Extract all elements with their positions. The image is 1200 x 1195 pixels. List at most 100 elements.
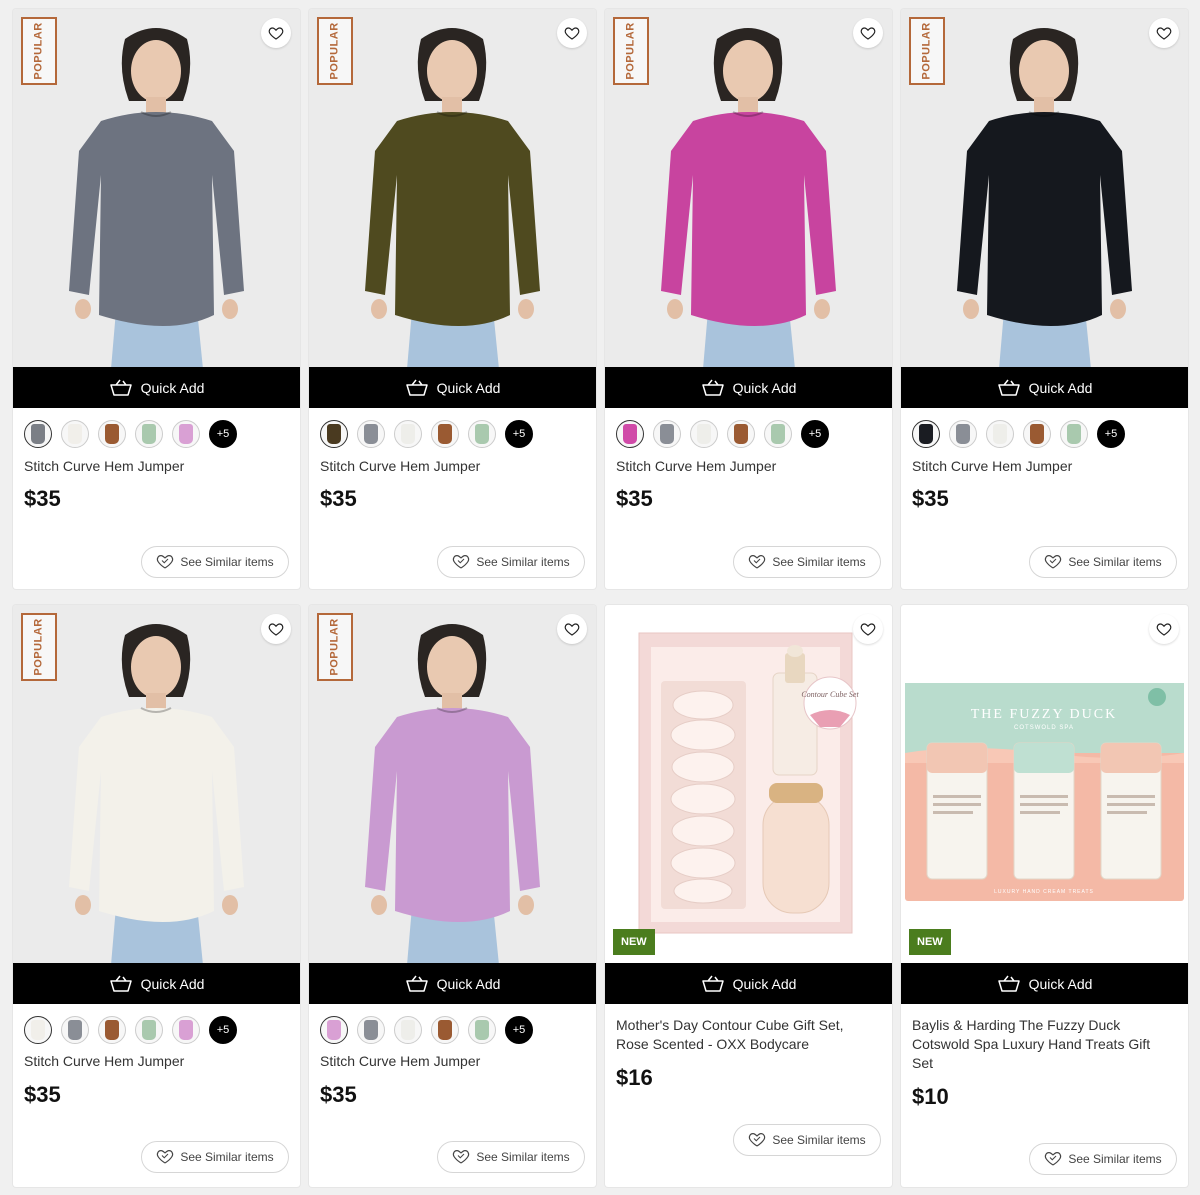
quick-add-button[interactable]: Quick Add	[901, 963, 1188, 1004]
wishlist-button[interactable]	[557, 614, 587, 644]
color-swatch[interactable]	[764, 420, 792, 448]
more-colors-button[interactable]: +5	[209, 420, 237, 448]
wishlist-button[interactable]	[557, 18, 587, 48]
color-swatch[interactable]	[912, 420, 940, 448]
product-card[interactable]: POPULAR Quick Add +5 Stitch Curve Hem Ju…	[309, 605, 596, 1187]
color-swatch[interactable]	[616, 420, 644, 448]
color-swatch[interactable]	[394, 1016, 422, 1044]
model-shape	[963, 299, 979, 319]
color-swatch[interactable]	[135, 420, 163, 448]
product-title[interactable]: Mother's Day Contour Cube Gift Set, Rose…	[616, 1016, 876, 1054]
wishlist-button[interactable]	[1149, 614, 1179, 644]
product-image[interactable]: POPULAR	[13, 605, 300, 963]
color-swatch[interactable]	[468, 1016, 496, 1044]
color-swatch[interactable]	[431, 420, 459, 448]
product-card[interactable]: THE FUZZY DUCK COTSWOLD SPA LUXURY HAND …	[901, 605, 1188, 1187]
wishlist-button[interactable]	[261, 614, 291, 644]
color-swatch[interactable]	[357, 1016, 385, 1044]
wishlist-button[interactable]	[853, 614, 883, 644]
color-swatch[interactable]	[24, 420, 52, 448]
color-swatch[interactable]	[468, 420, 496, 448]
product-title[interactable]: Stitch Curve Hem Jumper	[912, 457, 1172, 476]
product-card[interactable]: POPULAR Quick Add +5 Stitch Curve Hem Ju…	[13, 605, 300, 1187]
color-swatch[interactable]	[24, 1016, 52, 1044]
product-title[interactable]: Stitch Curve Hem Jumper	[616, 457, 876, 476]
heart-icon	[268, 27, 284, 40]
more-colors-button[interactable]: +5	[209, 1016, 237, 1044]
quick-add-button[interactable]: Quick Add	[309, 367, 596, 408]
model-shape	[518, 895, 534, 915]
product-card[interactable]: POPULAR Quick Add +5 Stitch Curve Hem Ju…	[309, 9, 596, 589]
quick-add-button[interactable]: Quick Add	[13, 367, 300, 408]
color-swatch[interactable]	[431, 1016, 459, 1044]
quick-add-button[interactable]: Quick Add	[13, 963, 300, 1004]
quick-add-button[interactable]: Quick Add	[605, 963, 892, 1004]
wishlist-button[interactable]	[853, 18, 883, 48]
new-badge: NEW	[909, 929, 951, 955]
sweater-thumbnail-icon	[105, 1020, 119, 1040]
basket-icon	[997, 379, 1020, 396]
color-swatch[interactable]	[357, 420, 385, 448]
color-swatch[interactable]	[949, 420, 977, 448]
color-swatch[interactable]	[1060, 420, 1088, 448]
product-grid: POPULAR Quick Add +5 Stitch Curve Hem Ju…	[0, 0, 1200, 1195]
model-shape	[222, 895, 238, 915]
more-colors-button[interactable]: +5	[505, 420, 533, 448]
product-image[interactable]: POPULAR	[605, 9, 892, 367]
product-price: $35	[616, 486, 653, 511]
product-image[interactable]: THE FUZZY DUCK COTSWOLD SPA LUXURY HAND …	[901, 605, 1188, 963]
see-similar-button[interactable]: See Similar items	[1029, 1143, 1177, 1175]
product-title[interactable]: Stitch Curve Hem Jumper	[24, 1052, 284, 1071]
similar-icon	[1045, 555, 1062, 569]
see-similar-button[interactable]: See Similar items	[141, 546, 289, 578]
product-card[interactable]: POPULAR Quick Add +5 Stitch Curve Hem Ju…	[13, 9, 300, 589]
color-swatch[interactable]	[98, 1016, 126, 1044]
product-title[interactable]: Baylis & Harding The Fuzzy Duck Cotswold…	[912, 1016, 1172, 1073]
product-image[interactable]: POPULAR	[309, 605, 596, 963]
similar-icon	[157, 1150, 174, 1164]
wishlist-button[interactable]	[1149, 18, 1179, 48]
model-shape	[75, 299, 91, 319]
more-colors-button[interactable]: +5	[801, 420, 829, 448]
color-swatch[interactable]	[61, 1016, 89, 1044]
color-swatch[interactable]	[394, 420, 422, 448]
see-similar-button[interactable]: See Similar items	[141, 1141, 289, 1173]
color-swatch[interactable]	[320, 1016, 348, 1044]
color-swatches: +5	[24, 420, 237, 448]
quick-add-button[interactable]: Quick Add	[309, 963, 596, 1004]
product-title[interactable]: Stitch Curve Hem Jumper	[320, 457, 580, 476]
see-similar-button[interactable]: See Similar items	[437, 1141, 585, 1173]
product-title[interactable]: Stitch Curve Hem Jumper	[24, 457, 284, 476]
see-similar-button[interactable]: See Similar items	[733, 546, 881, 578]
product-title[interactable]: Stitch Curve Hem Jumper	[320, 1052, 580, 1071]
product-card[interactable]: Contour Cube Set NEW Quick Add Mother's …	[605, 605, 892, 1187]
color-swatch[interactable]	[727, 420, 755, 448]
more-colors-button[interactable]: +5	[505, 1016, 533, 1044]
see-similar-button[interactable]: See Similar items	[437, 546, 585, 578]
color-swatch[interactable]	[172, 420, 200, 448]
sweater-thumbnail-icon	[956, 424, 970, 444]
see-similar-button[interactable]: See Similar items	[1029, 546, 1177, 578]
product-card[interactable]: POPULAR Quick Add +5 Stitch Curve Hem Ju…	[605, 9, 892, 589]
color-swatch[interactable]	[98, 420, 126, 448]
basket-icon	[109, 975, 132, 992]
color-swatch[interactable]	[172, 1016, 200, 1044]
product-image[interactable]: Contour Cube Set NEW	[605, 605, 892, 963]
color-swatch[interactable]	[320, 420, 348, 448]
quick-add-button[interactable]: Quick Add	[605, 367, 892, 408]
color-swatch[interactable]	[690, 420, 718, 448]
color-swatch[interactable]	[1023, 420, 1051, 448]
product-image[interactable]: POPULAR	[901, 9, 1188, 367]
product-image[interactable]: POPULAR	[309, 9, 596, 367]
wishlist-button[interactable]	[261, 18, 291, 48]
color-swatch[interactable]	[61, 420, 89, 448]
color-swatch[interactable]	[986, 420, 1014, 448]
product-card[interactable]: POPULAR Quick Add +5 Stitch Curve Hem Ju…	[901, 9, 1188, 589]
see-similar-button[interactable]: See Similar items	[733, 1124, 881, 1156]
quick-add-button[interactable]: Quick Add	[901, 367, 1188, 408]
product-image[interactable]: POPULAR	[13, 9, 300, 367]
color-swatch[interactable]	[653, 420, 681, 448]
model-shape	[371, 299, 387, 319]
more-colors-button[interactable]: +5	[1097, 420, 1125, 448]
color-swatch[interactable]	[135, 1016, 163, 1044]
